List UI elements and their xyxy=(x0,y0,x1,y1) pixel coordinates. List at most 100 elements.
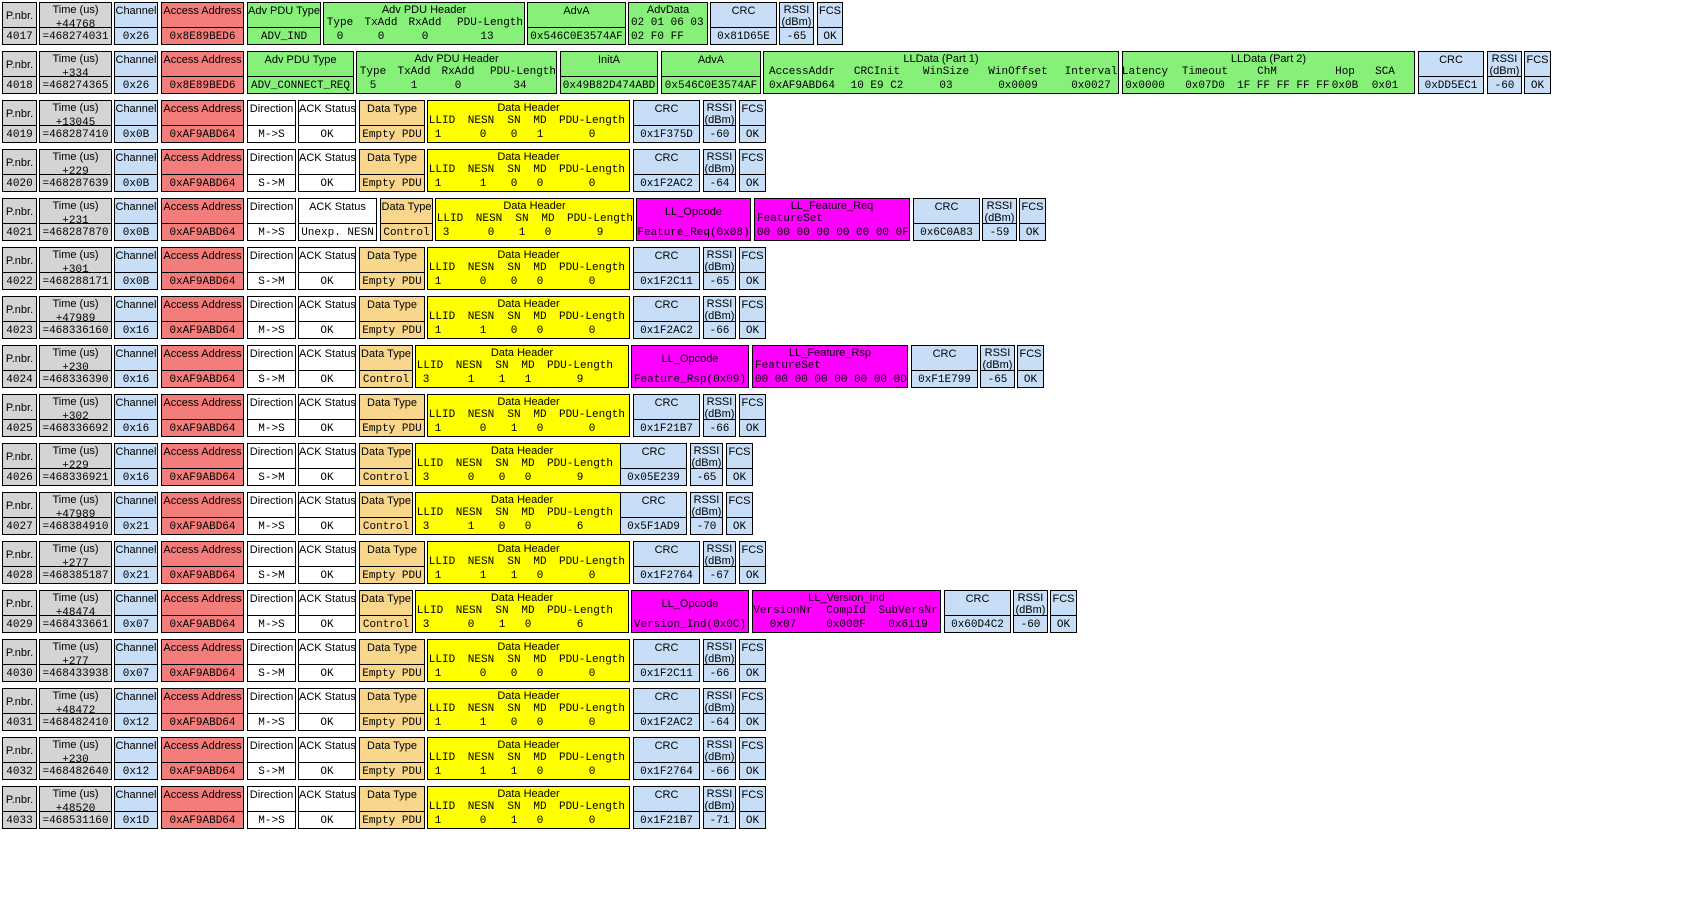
cell-divider xyxy=(299,664,355,665)
access-address-cell-value: 0xAF9ABD64 xyxy=(169,276,236,288)
ack-status-cell-header: ACK Status xyxy=(299,789,356,801)
lldata-part1-cell-label: WinSize xyxy=(922,66,970,78)
direction-cell-value: M->S xyxy=(258,717,285,729)
ack-status-cell: ACK Status OK xyxy=(298,100,356,143)
data-type-cell: Data Type Control xyxy=(359,492,413,535)
access-address-cell-header: Access Address xyxy=(163,691,242,703)
cell-divider xyxy=(740,811,765,812)
cell-divider xyxy=(40,76,111,77)
adv-pdu-header-cell-value: 34 xyxy=(513,80,527,92)
ll-opcode-header: LL_Opcode xyxy=(665,206,722,218)
crc-cell: CRC 0x6C0A83 xyxy=(913,198,980,241)
crc-cell-value: 0x60D4C2 xyxy=(951,619,1004,631)
cell-divider xyxy=(740,566,765,567)
cell-divider xyxy=(3,223,36,224)
time-delta: +48472 xyxy=(55,705,96,717)
cell-divider xyxy=(740,713,765,714)
data-type-cell: Data Type Empty PDU xyxy=(359,247,425,290)
pnbr-cell: P.nbr. 4020 xyxy=(2,149,37,192)
crc-cell-header: CRC xyxy=(654,544,679,556)
cell-divider xyxy=(634,419,699,420)
channel-cell-value: 0x21 xyxy=(122,521,150,533)
rssi-header: RSSI xyxy=(706,151,733,163)
data-header-title: Data Header xyxy=(490,347,554,359)
rssi-header: RSSI xyxy=(706,249,733,261)
fcs-cell: FCS OK xyxy=(739,688,766,731)
cell-divider xyxy=(704,321,735,322)
adv-pdu-type-cell: Adv PDU Type ADV_CONNECT_REQ xyxy=(247,51,354,94)
cell-divider xyxy=(248,713,295,714)
fcs-cell-value: OK xyxy=(1023,374,1038,386)
data-type-cell-header: Data Type xyxy=(367,642,417,654)
fcs-cell-header: FCS xyxy=(741,299,764,311)
data-header-cell: Data Header LLID 1 NESN 1 SN 1 MD 0 PDU-Length 0 xyxy=(427,541,630,584)
adv-pdu-header-cell-label: PDU-Length xyxy=(490,66,557,78)
pnbr-header: P.nbr. xyxy=(5,500,34,512)
cell-divider xyxy=(912,370,977,371)
ll-version-ind-cell-label: VersionNr xyxy=(753,605,813,617)
cell-divider xyxy=(248,615,295,616)
channel-cell: Channel 0x0B xyxy=(114,247,158,290)
time-header: Time (us) xyxy=(52,200,99,212)
ll-feature-value: 00 00 00 00 00 00 00 0F xyxy=(757,227,909,239)
crc-cell-value: 0x1F2764 xyxy=(640,570,693,582)
direction-cell: Direction M->S xyxy=(247,394,296,437)
crc-cell-value: 0x6C0A83 xyxy=(920,227,973,239)
pnbr-cell: P.nbr. 4023 xyxy=(2,296,37,339)
channel-cell: Channel 0x0B xyxy=(114,198,158,241)
direction-cell-header: Direction xyxy=(249,544,294,556)
cell-divider xyxy=(1020,223,1045,224)
pnbr-header: P.nbr. xyxy=(5,451,34,463)
direction-cell: Direction M->S xyxy=(247,492,296,535)
cell-divider xyxy=(299,223,376,224)
crc-cell-value: 0x81D65E xyxy=(717,31,770,43)
data-header-cell: Data Header LLID 1 NESN 1 SN 0 MD 0 PDU-Length 0 xyxy=(427,688,630,731)
direction-cell-header: Direction xyxy=(249,593,294,605)
cell-divider xyxy=(248,517,295,518)
ack-status-cell-value: OK xyxy=(320,619,334,631)
channel-cell-header: Channel xyxy=(115,250,157,262)
lldata-part2-cell-label: Latency xyxy=(1122,66,1169,78)
cell-divider xyxy=(914,223,979,224)
cell-divider xyxy=(1018,370,1043,371)
fcs-cell: FCS OK xyxy=(726,492,753,535)
rssi-value: -65 xyxy=(786,31,807,43)
crc-cell: CRC 0x1F2C11 xyxy=(633,639,700,682)
data-header-cell: Data Header LLID 3 NESN 0 SN 1 MD 0 PDU-Length 6 xyxy=(415,590,629,633)
adva-cell-value: 0x546C0E3574AF xyxy=(530,31,623,43)
time-header: Time (us) xyxy=(52,396,99,408)
cell-divider xyxy=(162,419,243,420)
rssi-header: RSSI xyxy=(986,200,1013,212)
adva-cell-value: 0x546C0E3574AF xyxy=(664,80,758,92)
cell-divider xyxy=(740,419,765,420)
ack-status-cell-header: ACK Status xyxy=(299,250,356,262)
ll-version-ind-cell-header: LL_Version_Ind xyxy=(808,592,885,604)
data-header-title: Data Header xyxy=(497,396,560,408)
channel-cell-value: 0x16 xyxy=(122,472,150,484)
data-header-title: Data Header xyxy=(490,445,554,457)
pnbr-header: P.nbr. xyxy=(5,353,34,365)
time-absolute: =468274365 xyxy=(42,80,109,92)
direction-cell-value: M->S xyxy=(258,619,285,631)
adva-cell: AdvA 0x546C0E3574AF xyxy=(661,51,761,94)
time-absolute: =468531160 xyxy=(42,815,109,827)
fcs-cell: FCS OK xyxy=(739,541,766,584)
direction-cell: Direction S->M xyxy=(247,345,296,388)
cell-divider xyxy=(3,762,36,763)
time-header: Time (us) xyxy=(52,543,99,555)
data-type-cell-header: Data Type xyxy=(361,348,411,360)
data-header-title: Data Header xyxy=(497,690,560,702)
pnbr-header: P.nbr. xyxy=(5,108,34,120)
access-address-cell-value: 0xAF9ABD64 xyxy=(169,374,236,386)
pnbr-value: 4030 xyxy=(6,668,33,680)
pnbr-header: P.nbr. xyxy=(5,10,34,22)
channel-cell-value: 0x26 xyxy=(122,31,150,43)
fcs-cell-value: OK xyxy=(745,717,760,729)
cell-divider xyxy=(40,223,111,224)
time-header: Time (us) xyxy=(52,788,99,800)
rssi-header: RSSI xyxy=(706,788,733,800)
cell-divider xyxy=(360,566,424,567)
adv-pdu-type-cell-header: Adv PDU Type xyxy=(264,54,337,66)
access-address-cell: Access Address 0x8E89BED6 xyxy=(161,51,244,94)
ack-status-cell-value: OK xyxy=(320,570,334,582)
